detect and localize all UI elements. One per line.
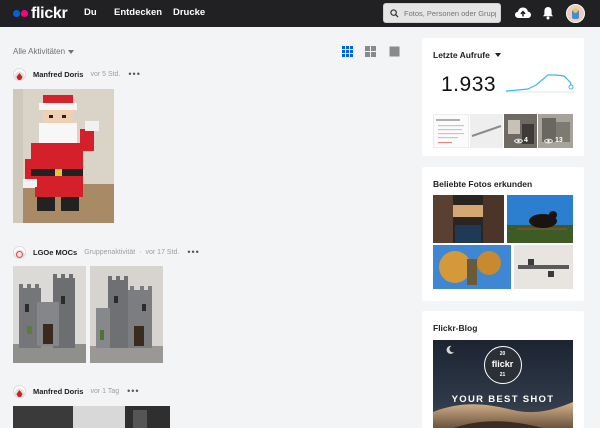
view-single-large-icon[interactable]: [389, 46, 400, 57]
author-avatar[interactable]: [13, 67, 26, 81]
views-sparkline: [506, 74, 574, 93]
explore-title[interactable]: Beliebte Fotos erkunden: [433, 179, 532, 189]
explore-photo-bird[interactable]: [507, 195, 573, 243]
canal-photo: [433, 195, 504, 243]
flickr-logo[interactable]: flickr: [13, 4, 68, 22]
avatar-icon: [567, 5, 584, 22]
post-time[interactable]: vor 1 Tag: [90, 388, 119, 395]
view-count: 1.933: [441, 73, 497, 96]
explore-photo-detail[interactable]: [514, 245, 573, 289]
nav-you[interactable]: Du: [84, 7, 97, 18]
detail-photo: [514, 245, 573, 289]
group-avatar[interactable]: [13, 245, 26, 259]
recent-views-card: Letzte Aufrufe 1.933 4 13: [422, 38, 584, 156]
post-group-label: Gruppenaktivität: [84, 248, 136, 256]
blog-headline: YOUR BEST SHOT: [451, 394, 555, 405]
recent-views-title: Letzte Aufrufe: [433, 50, 490, 60]
lego-castle-image: [13, 266, 86, 363]
nav-explore[interactable]: Entdecken: [114, 7, 162, 18]
badge-year-top: 20: [499, 351, 506, 357]
post-time[interactable]: vor 5 Std.: [90, 71, 120, 78]
author-avatar[interactable]: [13, 384, 26, 398]
post-author[interactable]: LGOe MOCs: [33, 248, 77, 257]
post-author[interactable]: Manfred Doris: [33, 70, 83, 79]
notifications-bell-icon[interactable]: [542, 6, 554, 20]
post-header: LGOe MOCs Gruppenaktivität · vor 17 Std.…: [13, 245, 200, 259]
upload-cloud-icon[interactable]: [514, 5, 532, 21]
photo-lego-santa[interactable]: [13, 89, 114, 223]
avatar-icon: [14, 249, 25, 258]
blog-post-image[interactable]: 20 flickr 21 YOUR BEST SHOT: [433, 340, 573, 428]
lego-castle-image: [90, 266, 163, 363]
chevron-down-icon: [494, 53, 501, 57]
account-avatar[interactable]: [566, 4, 585, 23]
badge-year-bottom: 21: [499, 372, 506, 378]
search-icon: [390, 8, 399, 18]
more-options-button[interactable]: •••: [187, 248, 199, 257]
recent-thumb-photo-views[interactable]: 4: [504, 114, 537, 148]
search-input[interactable]: [404, 8, 496, 18]
eye-icon: [514, 138, 523, 144]
eye-icon: [544, 138, 553, 144]
logo-text: flickr: [31, 4, 68, 22]
recent-thumb-castle-views[interactable]: 13: [538, 114, 573, 148]
meta-separator: ·: [139, 248, 142, 256]
badge-brand: flickr: [491, 359, 514, 369]
lego-santa-image: [13, 89, 114, 223]
top-navigation-bar: flickr Du Entdecken Drucke: [0, 0, 600, 27]
thumb-view-count: 13: [555, 137, 563, 144]
blog-badge: 20 flickr 21: [484, 346, 522, 384]
view-grid-small-icon[interactable]: [342, 46, 353, 57]
activity-filter-label: Alle Aktivitäten: [13, 47, 66, 56]
photo-image: [13, 406, 170, 428]
document-thumbnail: [436, 119, 464, 144]
post-header: Manfred Doris vor 5 Std. •••: [13, 67, 141, 81]
search-box[interactable]: [383, 3, 501, 23]
logo-pink-dot: [21, 10, 28, 17]
chevron-down-icon: [68, 49, 75, 54]
avatar-icon: [14, 71, 25, 80]
explore-photo-statue[interactable]: [433, 245, 511, 289]
statue-photo: [433, 245, 511, 289]
lego-rod-thumbnail: [470, 114, 503, 148]
recent-thumb-document[interactable]: [433, 114, 469, 148]
explore-popular-card: Beliebte Fotos erkunden: [422, 167, 584, 301]
thumb-view-count: 4: [524, 137, 528, 144]
post-author[interactable]: Manfred Doris: [33, 387, 83, 396]
photo-partial[interactable]: [13, 406, 170, 428]
flickr-blog-card: Flickr-Blog 20 flickr 21 YOUR BEST SHOT: [422, 311, 584, 428]
recent-views-dropdown[interactable]: Letzte Aufrufe: [433, 50, 501, 60]
more-options-button[interactable]: •••: [127, 387, 139, 396]
photo-lego-castle-2[interactable]: [90, 266, 163, 363]
recent-thumb-lego-rod[interactable]: [470, 114, 503, 148]
post-time[interactable]: vor 17 Std.: [146, 249, 180, 256]
more-options-button[interactable]: •••: [128, 70, 140, 79]
view-grid-medium-icon[interactable]: [365, 46, 376, 57]
moon-icon: [446, 345, 454, 354]
blog-title[interactable]: Flickr-Blog: [433, 323, 477, 333]
nav-prints[interactable]: Drucke: [173, 7, 205, 18]
logo-blue-dot: [13, 10, 20, 17]
avatar-icon: [14, 388, 25, 397]
explore-photo-canal[interactable]: [433, 195, 504, 243]
post-header: Manfred Doris vor 1 Tag •••: [13, 384, 140, 398]
photo-lego-castle-1[interactable]: [13, 266, 86, 363]
bird-photo: [507, 195, 573, 243]
activity-filter-dropdown[interactable]: Alle Aktivitäten: [13, 47, 75, 56]
